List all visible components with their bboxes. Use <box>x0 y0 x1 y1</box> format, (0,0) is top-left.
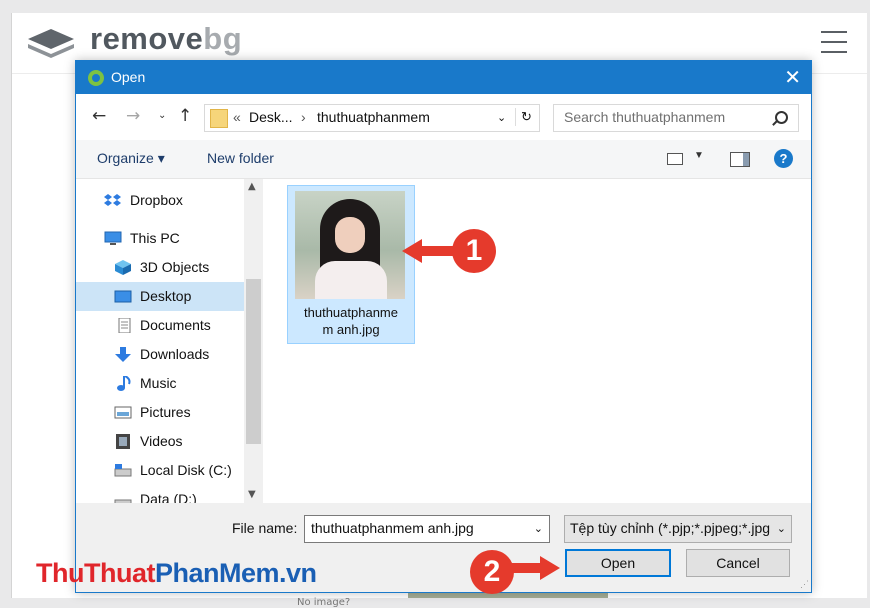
nav-label: Local Disk (C:) <box>140 462 232 478</box>
folder-icon <box>210 109 228 128</box>
scroll-up-icon[interactable]: ▲ <box>248 181 256 192</box>
document-icon <box>118 318 131 333</box>
nav-item-documents[interactable]: Documents <box>76 311 244 340</box>
cancel-button[interactable]: Cancel <box>686 549 790 577</box>
nav-item-videos[interactable]: Videos <box>76 427 244 456</box>
dialog-toolbar: Organize ▾ New folder ▼ ? <box>76 140 811 179</box>
new-folder-button[interactable]: New folder <box>207 150 274 166</box>
breadcrumb-separator: › <box>301 109 306 125</box>
nav-label: Music <box>140 375 177 391</box>
file-type-select[interactable]: Tệp tùy chỉnh (*.pjp;*.pjpeg;*.jpg ⌄ <box>564 515 792 543</box>
cube-icon <box>115 260 131 275</box>
navigation-pane: Dropbox This PC 3D Objects Desktop Docum… <box>76 179 263 503</box>
search-icon <box>775 111 788 124</box>
site-watermark: ThuThuatPhanMem.vn <box>36 558 317 588</box>
nav-label: Videos <box>140 433 183 449</box>
back-arrow-icon[interactable]: ← <box>92 106 106 126</box>
address-bar[interactable]: « Desk... › thuthuatphanmem ⌄ ↻ <box>204 104 540 132</box>
nav-label: Documents <box>140 317 211 333</box>
nav-item-music[interactable]: Music <box>76 369 244 398</box>
no-image-caption: No image? <box>297 597 351 608</box>
step-badge-2: 2 <box>470 550 514 594</box>
file-type-value: Tệp tùy chỉnh (*.pjp;*.pjpeg;*.jpg <box>570 520 771 536</box>
resize-grip-icon[interactable]: ⋰ <box>800 579 809 590</box>
pictures-icon <box>114 406 132 419</box>
menu-icon[interactable] <box>821 31 847 53</box>
chevron-down-icon[interactable]: ⌄ <box>534 522 543 535</box>
recent-chevron-icon[interactable]: ⌄ <box>158 110 166 121</box>
file-name-input[interactable]: thuthuatphanmem anh.jpg ⌄ <box>304 515 550 543</box>
file-item-thuthuatphanmem-anh[interactable]: thuthuatphanme m anh.jpg <box>287 185 415 344</box>
nav-item-desktop[interactable]: Desktop <box>76 282 244 311</box>
up-arrow-icon[interactable]: ↑ <box>178 106 192 126</box>
open-file-dialog: Open ✕ ← → ⌄ ↑ « Desk... › thuthuatphanm… <box>75 60 812 593</box>
file-name-label: File name: <box>232 520 298 536</box>
help-icon[interactable]: ? <box>774 149 793 168</box>
preview-pane-icon[interactable] <box>730 152 750 167</box>
nav-item-this-pc[interactable]: This PC <box>76 224 244 253</box>
file-name-value: thuthuatphanmem anh.jpg <box>311 520 474 536</box>
site-logo[interactable]: removebg <box>90 21 242 57</box>
image-thumbnail <box>295 191 405 299</box>
breadcrumb-overflow[interactable]: « <box>233 109 241 125</box>
annotation-arrow-1-icon <box>402 239 460 263</box>
breadcrumb-desktop[interactable]: Desk... <box>249 109 293 125</box>
nav-scrollbar[interactable]: ▲ ▼ <box>244 179 263 503</box>
pc-icon <box>104 231 122 245</box>
chevron-down-icon[interactable]: ⌄ <box>773 522 786 535</box>
nav-item-local-disk-c[interactable]: Local Disk (C:) <box>76 456 244 485</box>
nav-label: Pictures <box>140 404 191 420</box>
nav-item-dropbox[interactable]: Dropbox <box>76 186 244 215</box>
nav-item-downloads[interactable]: Downloads <box>76 340 244 369</box>
nav-item-pictures[interactable]: Pictures <box>76 398 244 427</box>
video-icon <box>116 434 130 449</box>
search-placeholder: Search thuthuatphanmem <box>564 109 726 125</box>
open-button[interactable]: Open <box>565 549 671 577</box>
forward-arrow-icon[interactable]: → <box>126 106 140 126</box>
nav-label: This PC <box>130 230 180 246</box>
nav-label: Downloads <box>140 346 210 362</box>
address-dropdown-icon[interactable]: ⌄ <box>497 111 506 124</box>
search-input[interactable]: Search thuthuatphanmem <box>553 104 799 132</box>
organize-button[interactable]: Organize ▾ <box>97 150 165 167</box>
chrome-icon <box>88 70 104 86</box>
music-icon <box>117 376 131 391</box>
removebg-logo-icon <box>28 29 74 58</box>
download-icon <box>115 347 131 362</box>
disk-icon <box>114 499 132 503</box>
nav-item-data-d[interactable]: Data (D:) <box>76 485 244 503</box>
step-badge-1: 1 <box>452 229 496 273</box>
disk-icon <box>114 464 132 477</box>
file-name-label: thuthuatphanme m anh.jpg <box>304 305 398 337</box>
nav-label: Data (D:) <box>140 491 197 503</box>
nav-label: Desktop <box>140 288 192 304</box>
close-icon[interactable]: ✕ <box>784 65 801 89</box>
scroll-down-icon[interactable]: ▼ <box>248 489 256 500</box>
nav-label: Dropbox <box>130 192 183 208</box>
change-view-icon[interactable] <box>667 153 683 165</box>
breadcrumb-thuthuatphanmem[interactable]: thuthuatphanmem <box>317 109 430 125</box>
scroll-thumb[interactable] <box>246 279 261 444</box>
view-dropdown-icon[interactable]: ▼ <box>694 150 704 161</box>
annotation-arrow-2-icon <box>512 556 560 580</box>
file-list: thuthuatphanme m anh.jpg <box>264 179 811 503</box>
nav-label: 3D Objects <box>140 259 210 275</box>
nav-item-3d-objects[interactable]: 3D Objects <box>76 253 244 282</box>
dialog-titlebar[interactable]: Open ✕ <box>76 61 811 94</box>
refresh-icon[interactable]: ↻ <box>521 109 532 125</box>
dialog-title: Open <box>111 69 146 85</box>
dropbox-icon <box>104 194 121 206</box>
desktop-icon <box>114 290 132 303</box>
address-row: ← → ⌄ ↑ « Desk... › thuthuatphanmem ⌄ ↻ … <box>76 94 811 140</box>
